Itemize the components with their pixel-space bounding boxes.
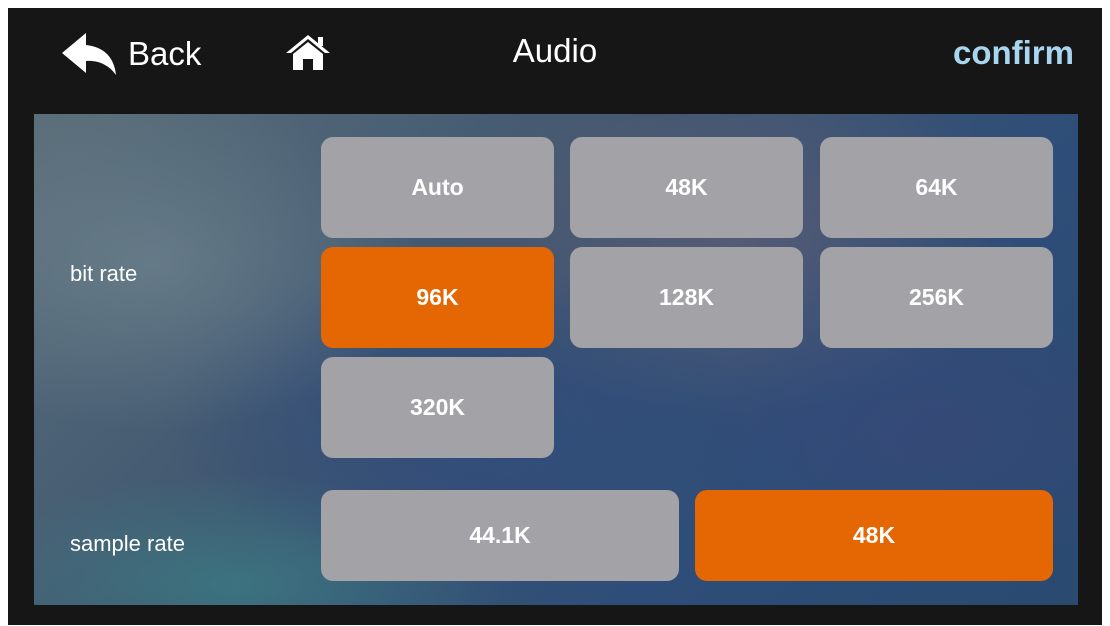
app-window: Back Audio confirm bit rate Auto 48K 64K… xyxy=(8,8,1102,625)
header-bar: Back Audio confirm xyxy=(8,8,1102,108)
sample-rate-label: sample rate xyxy=(70,531,185,556)
bit-rate-option-128k[interactable]: 128K xyxy=(570,247,803,348)
page-title: Audio xyxy=(512,32,598,69)
bit-rate-option-256k[interactable]: 256K xyxy=(820,247,1053,348)
bit-rate-option-48k[interactable]: 48K xyxy=(570,137,803,238)
sample-rate-option-48k[interactable]: 48K xyxy=(695,490,1053,581)
bit-rate-option-320k[interactable]: 320K xyxy=(321,357,554,458)
bit-rate-label: bit rate xyxy=(70,261,138,286)
bit-rate-option-96k[interactable]: 96K xyxy=(321,247,554,348)
bit-rate-option-auto[interactable]: Auto xyxy=(321,137,554,238)
bit-rate-option-64k[interactable]: 64K xyxy=(820,137,1053,238)
confirm-button[interactable]: confirm xyxy=(953,34,1074,72)
sample-rate-option-44-1k[interactable]: 44.1K xyxy=(321,490,679,581)
settings-panel: bit rate Auto 48K 64K 96K 128K 256K 320K… xyxy=(34,114,1078,605)
